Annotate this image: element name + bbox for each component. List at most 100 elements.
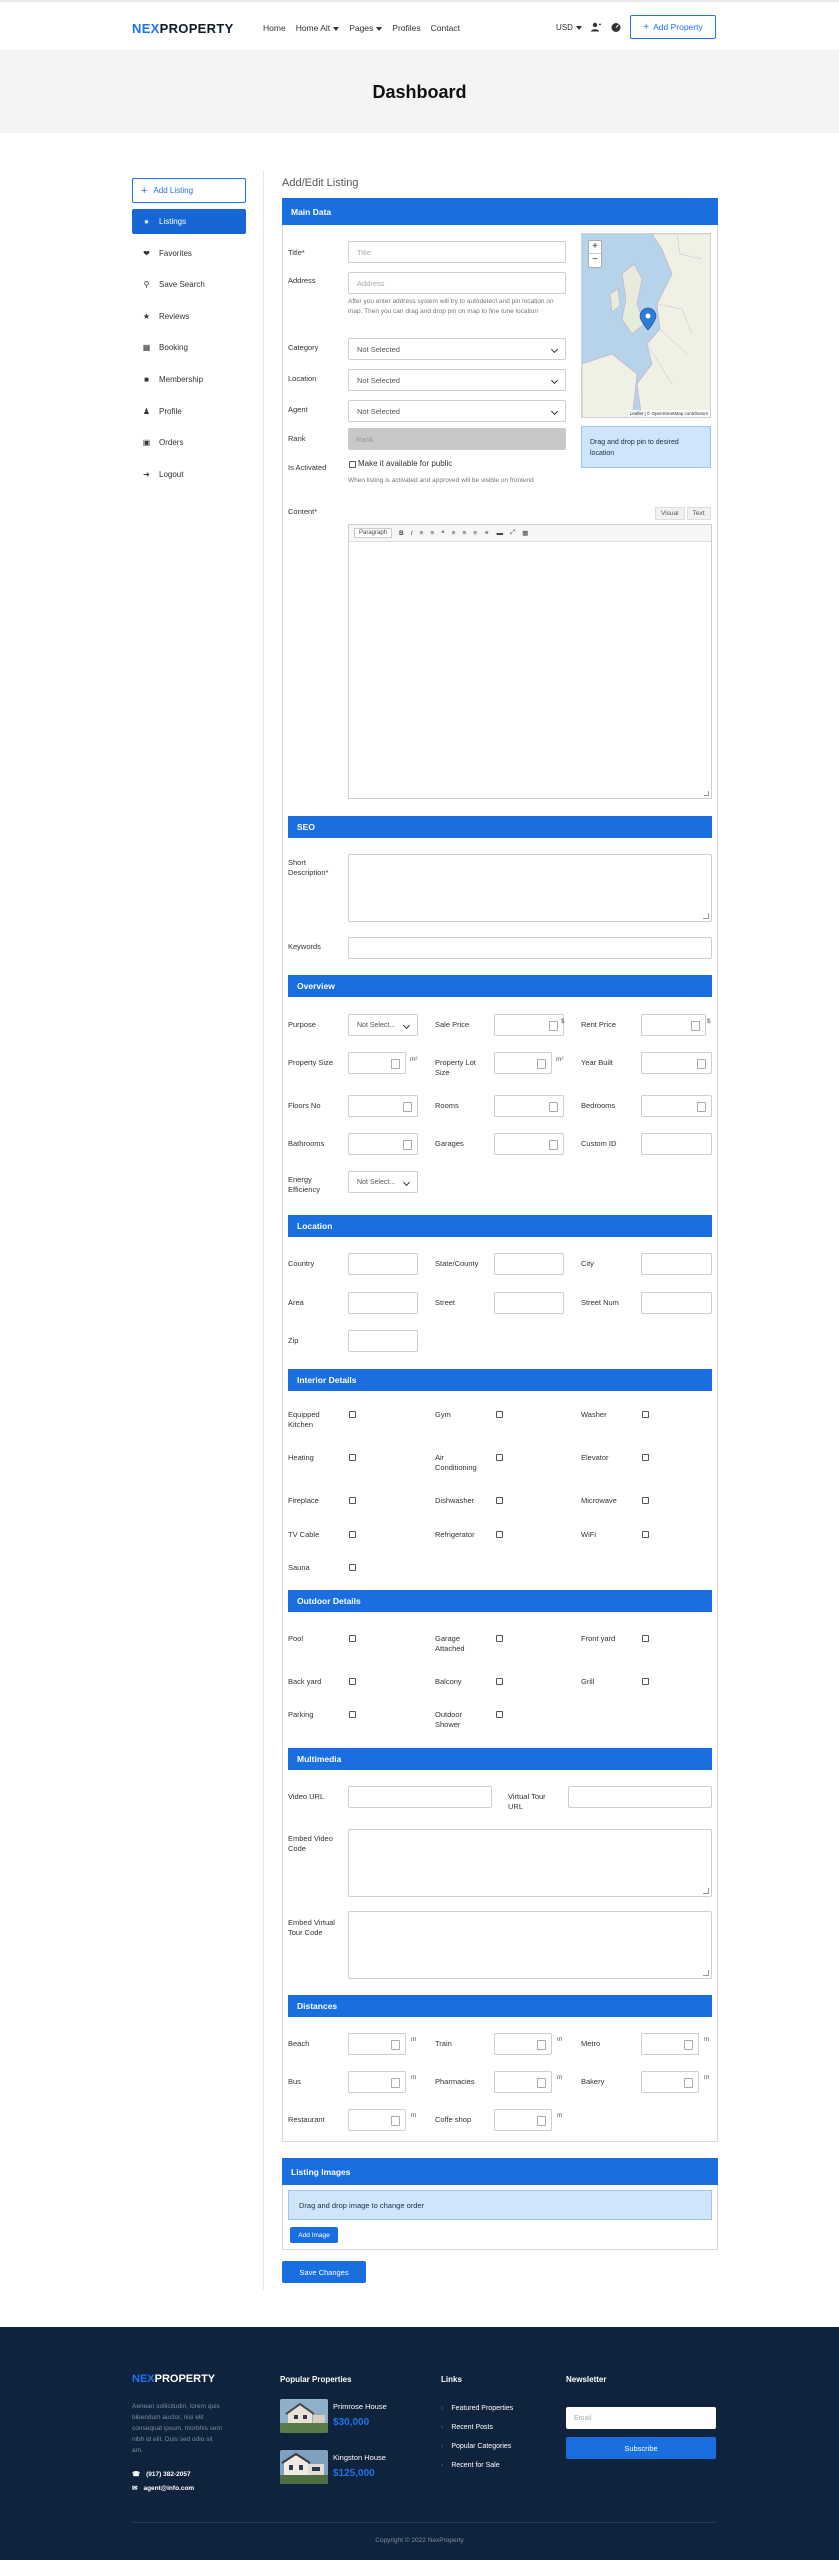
- link-icon[interactable]: ⚭: [484, 529, 489, 537]
- floors-no-input[interactable]: [348, 1095, 418, 1117]
- feature-checkbox-gym[interactable]: [496, 1411, 503, 1418]
- distance-input-beach[interactable]: [348, 2033, 406, 2055]
- feature-checkbox-refrigerator[interactable]: [496, 1531, 503, 1538]
- newsletter-email-input[interactable]: Email: [566, 2407, 716, 2429]
- nav-profiles[interactable]: Profiles: [392, 23, 420, 33]
- zoom-in-icon[interactable]: +: [589, 241, 601, 254]
- video-url-input[interactable]: [348, 1786, 492, 1808]
- footer-link[interactable]: › Featured Properties: [441, 2405, 513, 2412]
- paragraph-select[interactable]: Paragraph: [354, 528, 393, 538]
- bathrooms-input[interactable]: [348, 1133, 418, 1155]
- activated-checkbox[interactable]: [349, 461, 356, 468]
- embed-video-textarea[interactable]: [348, 1829, 712, 1897]
- content-editor[interactable]: Paragraph B I ≡ ≡ ❝ ≡ ≡ ≡ ⚭ ▬ ⤢ ▦: [348, 524, 712, 799]
- sale-price-input[interactable]: [494, 1014, 564, 1036]
- property-name[interactable]: Primrose House: [333, 2402, 387, 2411]
- rooms-input[interactable]: [494, 1095, 564, 1117]
- distance-input-train[interactable]: [494, 2033, 552, 2055]
- blockquote-icon[interactable]: ❝: [441, 529, 445, 537]
- feature-checkbox-front-yard[interactable]: [642, 1635, 649, 1642]
- feature-checkbox-elevator[interactable]: [642, 1454, 649, 1461]
- keywords-input[interactable]: [348, 937, 712, 959]
- sidebar-item-favorites[interactable]: ❤ Favorites: [132, 241, 246, 266]
- custom-id-input[interactable]: [641, 1133, 712, 1155]
- country-input[interactable]: [348, 1253, 418, 1275]
- feature-checkbox-parking[interactable]: [349, 1711, 356, 1718]
- distance-input-coffe-shop[interactable]: [494, 2109, 552, 2131]
- feature-checkbox-garage-attached[interactable]: [496, 1635, 503, 1642]
- location-select[interactable]: Not Selected: [348, 369, 566, 391]
- property-thumbnail[interactable]: [280, 2450, 328, 2484]
- resize-handle[interactable]: [704, 791, 709, 796]
- sidebar-item-booking[interactable]: ▦ Booking: [132, 335, 246, 360]
- tab-text[interactable]: Text: [686, 507, 711, 520]
- nav-home-alt[interactable]: Home Alt: [296, 23, 340, 33]
- distance-input-pharmacies[interactable]: [494, 2071, 552, 2093]
- align-left-icon[interactable]: ≡: [452, 530, 456, 537]
- nav-home[interactable]: Home: [263, 23, 286, 33]
- align-right-icon[interactable]: ≡: [473, 530, 477, 537]
- garages-input[interactable]: [494, 1133, 564, 1155]
- nav-contact[interactable]: Contact: [431, 23, 460, 33]
- feature-checkbox-sauna[interactable]: [349, 1564, 356, 1571]
- save-changes-button[interactable]: Save Changes: [282, 2261, 366, 2283]
- feature-checkbox-back-yard[interactable]: [349, 1678, 356, 1685]
- align-center-icon[interactable]: ≡: [462, 530, 466, 537]
- subscribe-button[interactable]: Subscribe: [566, 2437, 716, 2459]
- footer-link[interactable]: › Recent for Sale: [441, 2462, 500, 2469]
- location-map[interactable]: + − Leaflet | © OpenStreetMap contributo…: [581, 233, 711, 418]
- add-property-button[interactable]: + Add Property: [630, 15, 716, 39]
- year-built-input[interactable]: [641, 1052, 712, 1074]
- bold-icon[interactable]: B: [399, 530, 404, 537]
- property-thumbnail[interactable]: [280, 2399, 328, 2433]
- feature-checkbox-fireplace[interactable]: [349, 1497, 356, 1504]
- state-input[interactable]: [494, 1253, 564, 1275]
- city-input[interactable]: [641, 1253, 712, 1275]
- area-input[interactable]: [348, 1292, 418, 1314]
- purpose-select[interactable]: Not Select...: [348, 1014, 418, 1036]
- distance-input-restaurant[interactable]: [348, 2109, 406, 2131]
- footer-email[interactable]: ✉ agent@info.com: [132, 2484, 194, 2493]
- dashboard-icon[interactable]: [611, 22, 621, 32]
- add-listing-button[interactable]: + Add Listing: [132, 178, 246, 203]
- feature-checkbox-heating[interactable]: [349, 1454, 356, 1461]
- short-description-textarea[interactable]: [348, 854, 712, 922]
- bedrooms-input[interactable]: [641, 1095, 712, 1117]
- feature-checkbox-grill[interactable]: [642, 1678, 649, 1685]
- feature-checkbox-balcony[interactable]: [496, 1678, 503, 1685]
- distance-input-metro[interactable]: [641, 2033, 699, 2055]
- feature-checkbox-tv-cable[interactable]: [349, 1531, 356, 1538]
- tab-visual[interactable]: Visual: [655, 507, 685, 520]
- agent-select[interactable]: Not Selected: [348, 400, 566, 422]
- feature-checkbox-pool[interactable]: [349, 1635, 356, 1642]
- feature-checkbox-equipped-kitchen[interactable]: [349, 1411, 356, 1418]
- street-num-input[interactable]: [641, 1292, 712, 1314]
- footer-link[interactable]: › Recent Posts: [441, 2424, 493, 2431]
- sidebar-item-orders[interactable]: ▣ Orders: [132, 430, 246, 455]
- property-name[interactable]: Kingston House: [333, 2453, 386, 2462]
- feature-checkbox-washer[interactable]: [642, 1411, 649, 1418]
- footer-logo[interactable]: NEXPROPERTY: [132, 2373, 215, 2385]
- italic-icon[interactable]: I: [411, 530, 413, 537]
- title-input[interactable]: Title: [348, 241, 566, 263]
- nav-pages[interactable]: Pages: [349, 23, 383, 33]
- fullscreen-icon[interactable]: ⤢: [510, 529, 515, 537]
- feature-checkbox-air-conditioning[interactable]: [496, 1454, 503, 1461]
- feature-checkbox-outdoor-shower[interactable]: [496, 1711, 503, 1718]
- rent-price-input[interactable]: [641, 1014, 706, 1036]
- energy-efficiency-select[interactable]: Not Select...: [348, 1171, 418, 1193]
- sidebar-item-profile[interactable]: ♟ Profile: [132, 399, 246, 424]
- zoom-out-icon[interactable]: −: [589, 254, 601, 267]
- street-input[interactable]: [494, 1292, 564, 1314]
- property-lot-size-input[interactable]: [494, 1052, 552, 1074]
- add-user-icon[interactable]: [591, 22, 601, 32]
- footer-link[interactable]: › Popular Categories: [441, 2443, 511, 2450]
- bullet-list-icon[interactable]: ≡: [420, 530, 424, 537]
- distance-input-bakery[interactable]: [641, 2071, 699, 2093]
- sidebar-item-listings[interactable]: ● Listings: [132, 209, 246, 234]
- sidebar-item-logout[interactable]: ➔ Logout: [132, 462, 246, 487]
- sidebar-item-reviews[interactable]: ★ Reviews: [132, 304, 246, 329]
- read-more-icon[interactable]: ▬: [496, 530, 503, 537]
- footer-phone[interactable]: ☎ (917) 382-2057: [132, 2470, 191, 2479]
- feature-checkbox-wifi[interactable]: [642, 1531, 649, 1538]
